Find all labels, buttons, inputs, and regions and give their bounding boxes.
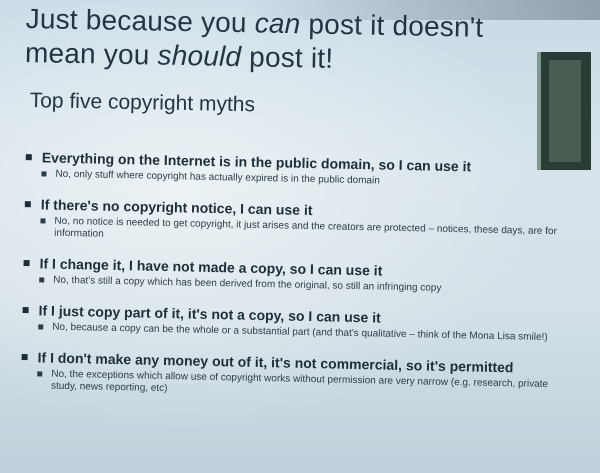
bullet-square-icon — [38, 324, 44, 330]
slide-title: Just because you can post it doesn't mea… — [25, 2, 484, 79]
myth-text: If there's no copyright notice, I can us… — [40, 196, 313, 219]
myth-item: If I change it, I have not made a copy, … — [19, 254, 568, 297]
bullet-square-icon — [39, 277, 45, 283]
slide-subtitle: Top five copyright myths — [29, 88, 256, 117]
myth-item: If I just copy part of it, it's not a co… — [18, 301, 567, 344]
bullet-square-icon — [22, 307, 29, 314]
title-emphasis-can: can — [254, 7, 301, 40]
myth-item: If I don't make any money out of it, it'… — [17, 348, 566, 403]
bullet-square-icon — [23, 260, 30, 267]
title-text: post it doesn't — [300, 8, 484, 43]
presentation-slide: Just because you can post it doesn't mea… — [0, 0, 600, 473]
myth-item: Everything on the Internet is in the pub… — [21, 148, 570, 191]
bullet-square-icon — [25, 154, 32, 161]
bullet-square-icon — [40, 218, 46, 224]
title-emphasis-should: should — [157, 39, 242, 73]
myth-list: Everything on the Internet is in the pub… — [17, 148, 570, 418]
decorative-side-block — [537, 52, 591, 170]
decorative-side-block-inner — [549, 60, 581, 162]
title-text: mean you — [24, 36, 158, 71]
bullet-square-icon — [21, 354, 28, 361]
bullet-square-icon — [41, 171, 47, 177]
title-text: Just because you — [25, 2, 256, 39]
title-text: post it! — [240, 41, 334, 74]
myth-item: If there's no copyright notice, I can us… — [20, 195, 569, 250]
bullet-square-icon — [24, 201, 31, 208]
bullet-square-icon — [37, 371, 43, 377]
